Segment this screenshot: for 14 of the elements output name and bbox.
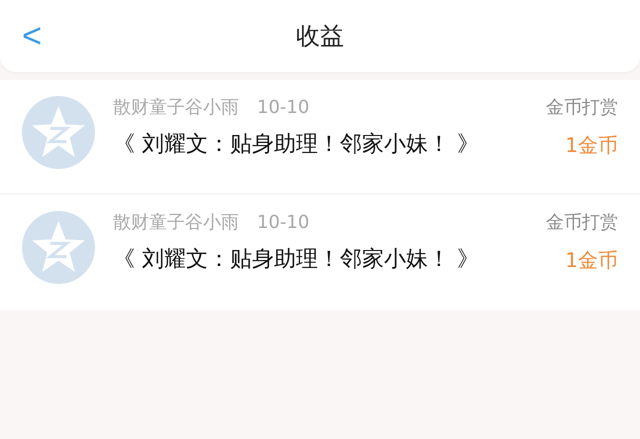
date: 10-10 — [257, 96, 310, 120]
coin-amount: 1金币 — [565, 132, 618, 159]
avatar-icon — [22, 211, 95, 284]
book-title: 《 刘耀文：贴身助理！邻家小妹！ 》 — [113, 246, 480, 274]
income-type: 金币打赏 — [546, 211, 618, 235]
user-name: 散财童子谷小雨 — [113, 96, 239, 120]
date: 10-10 — [257, 211, 310, 235]
book-title: 《 刘耀文：贴身助理！邻家小妹！ 》 — [113, 131, 480, 159]
coin-amount: 1金币 — [565, 247, 618, 274]
income-type: 金币打赏 — [546, 96, 618, 120]
back-button[interactable]: < — [16, 19, 48, 53]
page-title: 收益 — [296, 21, 344, 52]
avatar-icon — [22, 96, 95, 169]
user-name: 散财童子谷小雨 — [113, 211, 239, 235]
